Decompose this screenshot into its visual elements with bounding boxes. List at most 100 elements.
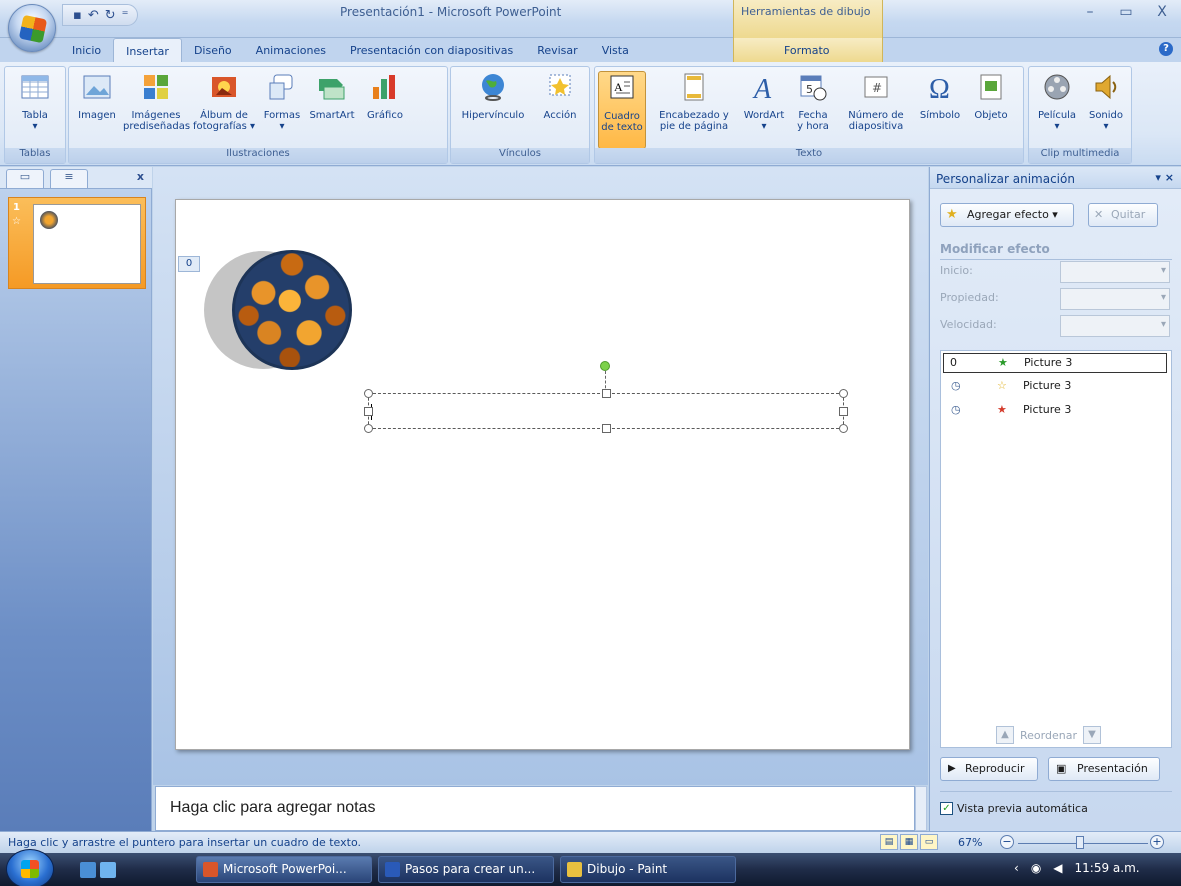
inicio-label: Inicio: bbox=[940, 264, 973, 277]
animation-order-tag[interactable]: 0 bbox=[178, 256, 200, 272]
quick-access-toolbar: ▪ ↶ ↻ ⁼ bbox=[62, 4, 138, 26]
clock-icon: ◷ bbox=[951, 403, 961, 416]
tab-diseno[interactable]: Diseño bbox=[182, 38, 244, 62]
slideshow-button[interactable]: ▣ Presentación bbox=[1048, 757, 1160, 781]
album-button[interactable]: Álbum de fotografías ▾ bbox=[191, 71, 257, 132]
zoom-out-icon[interactable]: − bbox=[1000, 835, 1014, 849]
tab-presentacion[interactable]: Presentación con diapositivas bbox=[338, 38, 525, 62]
status-hint: Haga clic y arrastre el puntero para ins… bbox=[8, 836, 361, 849]
animation-list-item[interactable]: 0 ★ Picture 3 bbox=[943, 353, 1167, 373]
office-button[interactable] bbox=[8, 4, 56, 52]
table-icon bbox=[21, 75, 49, 99]
tab-formato[interactable]: Formato bbox=[772, 38, 842, 62]
start-button[interactable] bbox=[6, 849, 54, 886]
slide-sorter-icon[interactable]: ▦ bbox=[900, 834, 918, 850]
resize-handle-ne[interactable] bbox=[839, 389, 848, 398]
slideshow-view-icon[interactable]: ▭ bbox=[920, 834, 938, 850]
resize-handle-nw[interactable] bbox=[364, 389, 373, 398]
accion-button[interactable]: Acción bbox=[537, 71, 583, 121]
resize-handle-n[interactable] bbox=[602, 389, 611, 398]
numero-diapositiva-button[interactable]: # Número de diapositiva bbox=[839, 71, 913, 132]
formas-button[interactable]: Formas ▾ bbox=[261, 71, 303, 132]
resize-handle-e[interactable] bbox=[839, 407, 848, 416]
grafico-button[interactable]: Gráfico bbox=[361, 71, 409, 121]
tab-outline[interactable]: ≡ bbox=[50, 169, 88, 188]
switch-windows-icon[interactable] bbox=[100, 862, 116, 878]
move-up-icon[interactable]: ▲ bbox=[996, 726, 1014, 744]
resize-handle-sw[interactable] bbox=[364, 424, 373, 433]
notes-scrollbar[interactable] bbox=[915, 786, 927, 831]
redo-icon[interactable]: ↻ bbox=[105, 8, 116, 23]
slide-thumbnail-selected[interactable]: 1 ☆ bbox=[8, 197, 146, 289]
simbolo-button[interactable]: Ω Símbolo bbox=[915, 71, 965, 121]
smartart-button[interactable]: SmartArt bbox=[305, 71, 359, 121]
objeto-button[interactable]: Objeto bbox=[967, 71, 1015, 121]
zoom-slider-thumb[interactable] bbox=[1076, 836, 1084, 849]
network-icon[interactable]: ◉ bbox=[1031, 861, 1041, 875]
taskbar-item-powerpoint[interactable]: Microsoft PowerPoi... bbox=[196, 856, 372, 883]
slide-canvas[interactable]: 0 bbox=[175, 199, 910, 750]
tab-animaciones[interactable]: Animaciones bbox=[244, 38, 338, 62]
animation-list-item[interactable]: ◷ ★ Picture 3 bbox=[943, 401, 1167, 421]
tab-revisar[interactable]: Revisar bbox=[525, 38, 589, 62]
zoom-level[interactable]: 67% bbox=[958, 836, 982, 849]
group-label-texto: Texto bbox=[595, 148, 1023, 163]
autopreview-checkbox[interactable]: ✓ bbox=[940, 802, 953, 815]
taskbar-item-word[interactable]: Pasos para crear un... bbox=[378, 856, 554, 883]
window-controls: – ▭ X bbox=[1081, 4, 1171, 20]
tab-vista[interactable]: Vista bbox=[590, 38, 641, 62]
inicio-select[interactable] bbox=[1060, 261, 1170, 283]
sonido-button[interactable]: Sonido ▾ bbox=[1083, 71, 1129, 132]
slides-panel-tabs: ▭ ≡ x bbox=[0, 167, 152, 189]
tab-slides[interactable]: ▭ bbox=[6, 169, 44, 188]
propiedad-select[interactable] bbox=[1060, 288, 1170, 310]
resize-handle-se[interactable] bbox=[839, 424, 848, 433]
play-button[interactable]: ▶ Reproducir bbox=[940, 757, 1038, 781]
notes-placeholder: Haga clic para agregar notas bbox=[170, 799, 376, 816]
encabezado-button[interactable]: Encabezado y pie de página bbox=[651, 71, 737, 132]
save-icon[interactable]: ▪ bbox=[73, 8, 82, 23]
cuadro-texto-button[interactable]: A Cuadro de texto bbox=[598, 71, 646, 149]
wordart-button[interactable]: A WordArt ▾ bbox=[739, 71, 789, 132]
notes-pane[interactable]: Haga clic para agregar notas bbox=[155, 786, 915, 831]
restore-button[interactable]: ▭ bbox=[1117, 4, 1135, 20]
pelicula-button[interactable]: Película ▾ bbox=[1033, 71, 1081, 132]
hipervinculo-button[interactable]: Hipervínculo bbox=[455, 71, 531, 121]
tab-inicio[interactable]: Inicio bbox=[60, 38, 113, 62]
close-icon[interactable]: x bbox=[137, 170, 144, 183]
rotation-handle[interactable] bbox=[600, 361, 610, 371]
move-down-icon[interactable]: ▼ bbox=[1082, 726, 1101, 744]
taskbar-item-paint[interactable]: Dibujo - Paint bbox=[560, 856, 736, 883]
imagen-button[interactable]: Imagen bbox=[73, 71, 121, 121]
slide-editor: 0 bbox=[153, 167, 928, 785]
clock[interactable]: 11:59 a.m. bbox=[1075, 861, 1140, 875]
tab-insertar[interactable]: Insertar bbox=[113, 38, 182, 62]
slide-thumbnail bbox=[33, 204, 141, 284]
soccer-ball-image[interactable] bbox=[232, 250, 352, 370]
undo-icon[interactable]: ↶ bbox=[88, 8, 99, 23]
remove-effect-button[interactable]: ✕ Quitar bbox=[1088, 203, 1158, 227]
show-desktop-icon[interactable] bbox=[80, 862, 96, 878]
tray-expand-icon[interactable]: ‹ bbox=[1014, 861, 1019, 875]
velocidad-select[interactable] bbox=[1060, 315, 1170, 337]
new-textbox[interactable] bbox=[364, 389, 848, 433]
volume-icon[interactable]: ◀ bbox=[1053, 861, 1062, 875]
animation-list-item[interactable]: ◷ ☆ Picture 3 bbox=[943, 377, 1167, 397]
help-icon[interactable]: ? bbox=[1159, 42, 1173, 56]
task-pane-controls[interactable]: ▾ × bbox=[1155, 171, 1174, 184]
zoom-in-icon[interactable]: + bbox=[1150, 835, 1164, 849]
divider bbox=[940, 791, 1172, 792]
tabla-button[interactable]: Tabla ▾ bbox=[13, 71, 57, 132]
customize-qat-icon[interactable]: ⁼ bbox=[122, 8, 129, 23]
zoom-slider[interactable]: − + bbox=[1000, 835, 1172, 850]
add-effect-button[interactable]: ★ Agregar efecto ▾ bbox=[940, 203, 1074, 227]
resize-handle-s[interactable] bbox=[602, 424, 611, 433]
normal-view-icon[interactable]: ▤ bbox=[880, 834, 898, 850]
clipart-button[interactable]: Imágenes prediseñadas bbox=[123, 71, 190, 132]
minimize-button[interactable]: – bbox=[1081, 4, 1099, 20]
close-button[interactable]: X bbox=[1153, 4, 1171, 20]
view-buttons: ▤ ▦ ▭ bbox=[880, 834, 938, 850]
group-label-ilustraciones: Ilustraciones bbox=[69, 148, 447, 163]
fecha-hora-button[interactable]: 5 Fecha y hora bbox=[791, 71, 835, 132]
resize-handle-w[interactable] bbox=[364, 407, 373, 416]
